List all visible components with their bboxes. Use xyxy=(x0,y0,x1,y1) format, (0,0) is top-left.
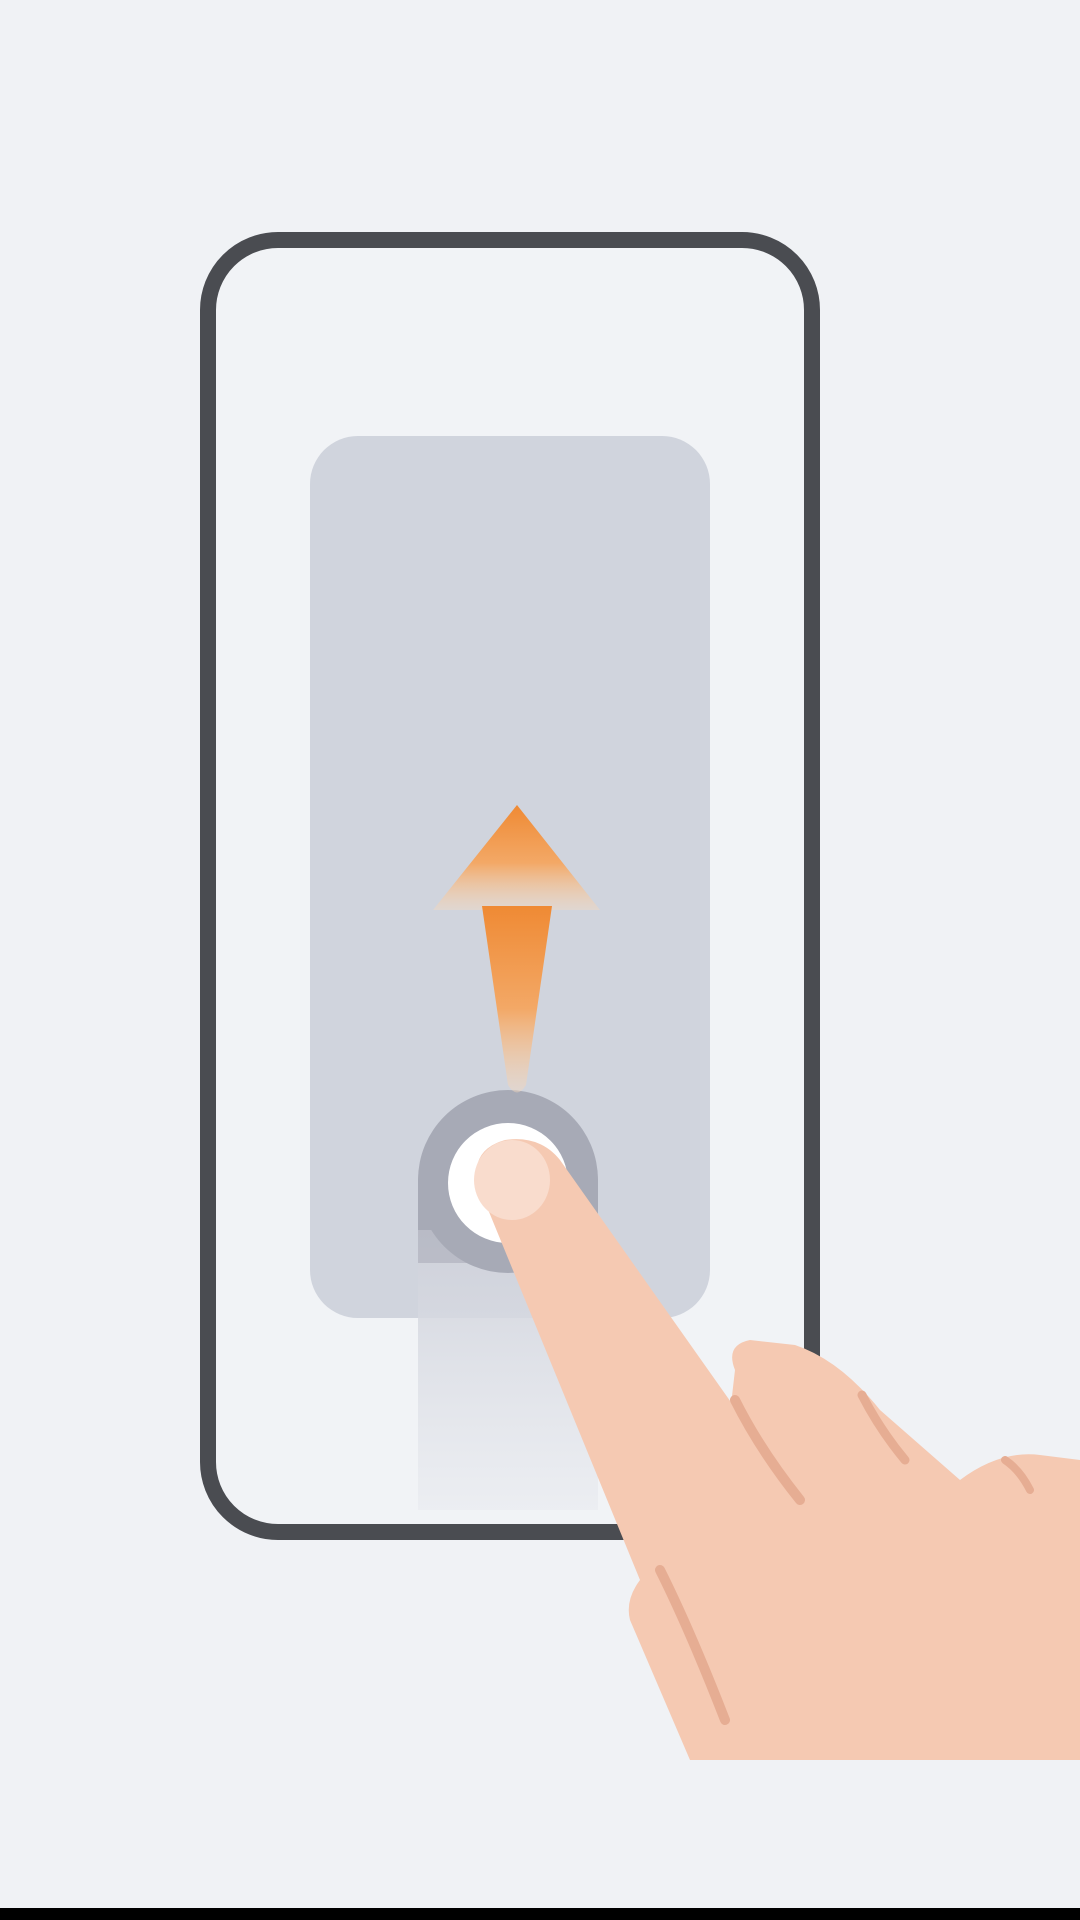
swipe-up-gesture-illustration xyxy=(200,232,1080,1760)
bottom-edge-bar xyxy=(0,1908,1080,1920)
gesture-tutorial-screen xyxy=(0,0,1080,1920)
